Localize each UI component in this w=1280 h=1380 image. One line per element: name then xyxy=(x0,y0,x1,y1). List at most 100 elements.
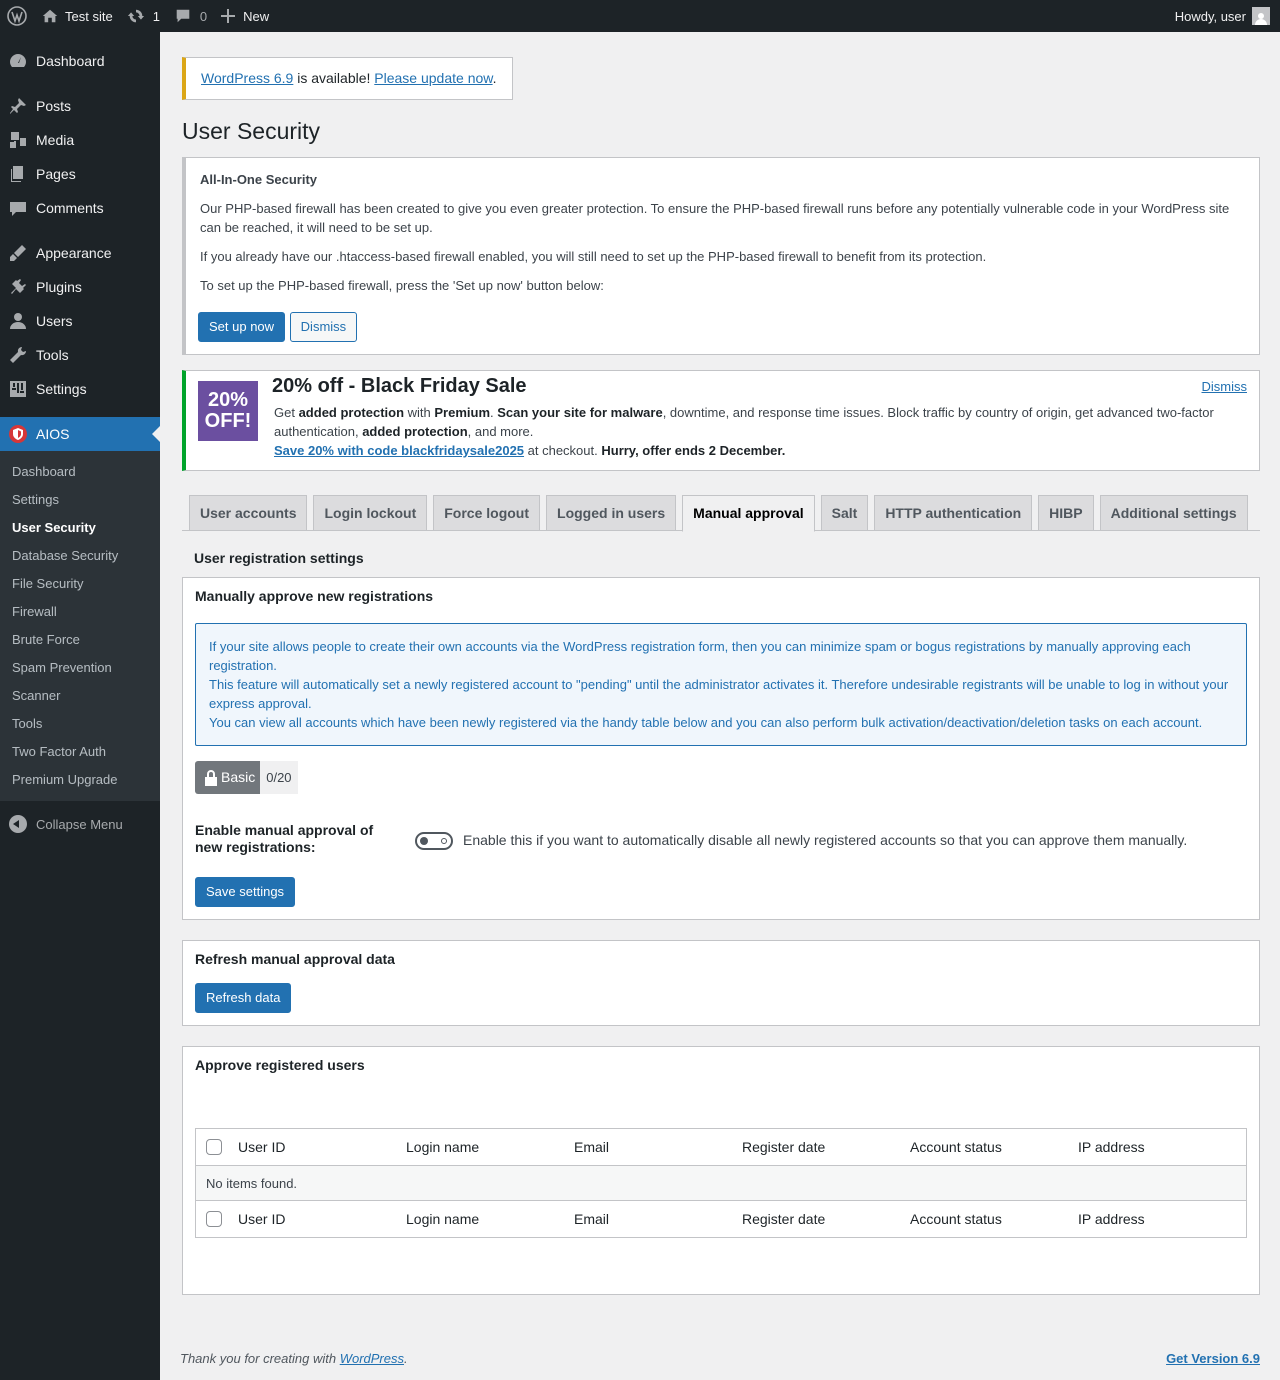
submenu-item-user-security[interactable]: User Security xyxy=(0,514,160,542)
media-icon xyxy=(10,132,26,148)
collapse-arrow-icon xyxy=(9,815,27,833)
lock-icon xyxy=(205,769,217,786)
sidebar-item-label: Users xyxy=(36,313,73,329)
select-all-checkbox[interactable] xyxy=(206,1211,222,1227)
site-name: Test site xyxy=(65,8,113,24)
tab-salt[interactable]: Salt xyxy=(820,495,869,531)
tab-additional-settings[interactable]: Additional settings xyxy=(1099,495,1248,531)
sale-dismiss-link[interactable]: Dismiss xyxy=(1202,379,1248,394)
sidebar-item-comments[interactable]: Comments xyxy=(0,191,160,225)
new-label: New xyxy=(243,8,270,24)
column-header-account-status[interactable]: Account status xyxy=(910,1139,1078,1155)
my-account-link[interactable]: Howdy, user xyxy=(1168,0,1280,32)
sale-title: 20% off - Black Friday Sale xyxy=(272,375,527,397)
tab-http-authentication[interactable]: HTTP authentication xyxy=(874,495,1033,531)
submenu-item-dashboard[interactable]: Dashboard xyxy=(0,458,160,486)
user-icon xyxy=(10,313,26,329)
tab-user-accounts[interactable]: User accounts xyxy=(189,495,308,531)
please-update-link[interactable]: Please update now xyxy=(374,70,492,86)
sidebar-item-appearance[interactable]: Appearance xyxy=(0,236,160,270)
updates-count: 1 xyxy=(152,8,160,24)
footer-thanks-end: . xyxy=(404,1351,408,1366)
submenu-item-firewall[interactable]: Firewall xyxy=(0,598,160,626)
column-header-user-id[interactable]: User ID xyxy=(238,1139,406,1155)
site-name-link[interactable]: Test site xyxy=(34,0,120,32)
setting-label: Enable manual approval of new registrati… xyxy=(195,822,374,855)
sale-deadline: Hurry, offer ends 2 December. xyxy=(601,443,786,458)
submenu-item-tools[interactable]: Tools xyxy=(0,710,160,738)
column-footer-email[interactable]: Email xyxy=(574,1211,742,1227)
column-header-register-date[interactable]: Register date xyxy=(742,1139,910,1155)
wordpress-version-link[interactable]: WordPress 6.9 xyxy=(201,70,293,86)
column-header-email[interactable]: Email xyxy=(574,1139,742,1155)
sale-text: with xyxy=(404,405,435,420)
sidebar-item-users[interactable]: Users xyxy=(0,304,160,338)
sidebar-item-label: Tools xyxy=(36,347,69,363)
comment-icon xyxy=(10,202,26,216)
submenu-item-premium-upgrade[interactable]: Premium Upgrade xyxy=(0,766,160,794)
sidebar-item-label: Settings xyxy=(36,381,87,397)
submenu-item-two-factor-auth[interactable]: Two Factor Auth xyxy=(0,738,160,766)
submenu-item-brute-force[interactable]: Brute Force xyxy=(0,626,160,654)
empty-table-message: No items found. xyxy=(196,1165,1246,1201)
sidebar-item-tools[interactable]: Tools xyxy=(0,338,160,372)
avatar xyxy=(1252,7,1270,25)
sidebar-item-pages[interactable]: Pages xyxy=(0,157,160,191)
table-header-row: User ID Login name Email Register date A… xyxy=(196,1129,1246,1165)
sidebar-item-posts[interactable]: Posts xyxy=(0,89,160,123)
wordpress-link[interactable]: WordPress xyxy=(340,1351,404,1366)
submenu-item-settings[interactable]: Settings xyxy=(0,486,160,514)
plus-icon xyxy=(221,9,236,23)
update-notice-end: . xyxy=(492,70,497,86)
submenu-item-scanner[interactable]: Scanner xyxy=(0,682,160,710)
info-text: If your site allows people to create the… xyxy=(209,639,1191,673)
sidebar-item-label: Dashboard xyxy=(36,53,105,69)
collapse-menu-label: Collapse Menu xyxy=(36,816,123,832)
select-all-checkbox[interactable] xyxy=(206,1139,222,1155)
tab-logged-in-users[interactable]: Logged in users xyxy=(546,495,677,531)
sidebar-item-dashboard[interactable]: Dashboard xyxy=(0,44,160,78)
dismiss-button[interactable]: Dismiss xyxy=(289,312,358,342)
tab-force-logout[interactable]: Force logout xyxy=(433,495,541,531)
badge-score: 0/20 xyxy=(260,761,298,794)
submenu-item-file-security[interactable]: File Security xyxy=(0,570,160,598)
notice-paragraph-2: If you already have our .htaccess-based … xyxy=(200,249,987,264)
set-up-now-button[interactable]: Set up now xyxy=(198,312,286,342)
tab-manual-approval[interactable]: Manual approval xyxy=(682,495,815,532)
admin-sidebar: Dashboard Posts Media Pages Comments App… xyxy=(0,32,160,1380)
refresh-data-box: Refresh manual approval data Refresh dat… xyxy=(182,940,1260,1026)
sidebar-item-plugins[interactable]: Plugins xyxy=(0,270,160,304)
manual-approval-box: Manually approve new registrations If yo… xyxy=(182,577,1260,920)
column-header-login-name[interactable]: Login name xyxy=(406,1139,574,1155)
postbox-title: Approve registered users xyxy=(195,1057,365,1073)
comments-link[interactable]: 0 xyxy=(167,0,214,32)
wordpress-logo-icon[interactable] xyxy=(0,0,34,32)
updates-link[interactable]: 1 xyxy=(120,0,167,32)
tab-login-lockout[interactable]: Login lockout xyxy=(313,495,428,531)
sidebar-item-media[interactable]: Media xyxy=(0,123,160,157)
column-header-ip-address[interactable]: IP address xyxy=(1078,1139,1246,1155)
tab-hibp[interactable]: HIBP xyxy=(1038,495,1094,531)
sidebar-item-aios[interactable]: AIOS xyxy=(0,417,160,451)
column-footer-user-id[interactable]: User ID xyxy=(238,1211,406,1227)
home-icon xyxy=(42,9,58,23)
security-level-badge: Basic 0/20 xyxy=(195,761,298,794)
update-notice: WordPress 6.9 is available! Please updat… xyxy=(182,57,513,100)
column-footer-register-date[interactable]: Register date xyxy=(742,1211,910,1227)
collapse-menu-button[interactable]: Collapse Menu xyxy=(0,807,160,841)
column-footer-login-name[interactable]: Login name xyxy=(406,1211,574,1227)
refresh-data-button[interactable]: Refresh data xyxy=(195,983,292,1013)
footer-thanks: Thank you for creating with WordPress. xyxy=(180,1351,408,1366)
submenu-item-database-security[interactable]: Database Security xyxy=(0,542,160,570)
badge-level-text: Basic xyxy=(221,769,256,785)
column-footer-ip-address[interactable]: IP address xyxy=(1078,1211,1246,1227)
save-settings-button[interactable]: Save settings xyxy=(195,877,296,907)
column-footer-account-status[interactable]: Account status xyxy=(910,1211,1078,1227)
manual-approval-toggle[interactable] xyxy=(415,832,453,850)
sale-bold: added protection xyxy=(298,405,405,420)
sidebar-item-settings[interactable]: Settings xyxy=(0,372,160,406)
get-version-link[interactable]: Get Version 6.9 xyxy=(1166,1351,1260,1366)
new-content-link[interactable]: New xyxy=(214,0,276,32)
submenu-item-spam-prevention[interactable]: Spam Prevention xyxy=(0,654,160,682)
coupon-code-link[interactable]: Save 20% with code blackfridaysale2025 xyxy=(274,443,524,458)
